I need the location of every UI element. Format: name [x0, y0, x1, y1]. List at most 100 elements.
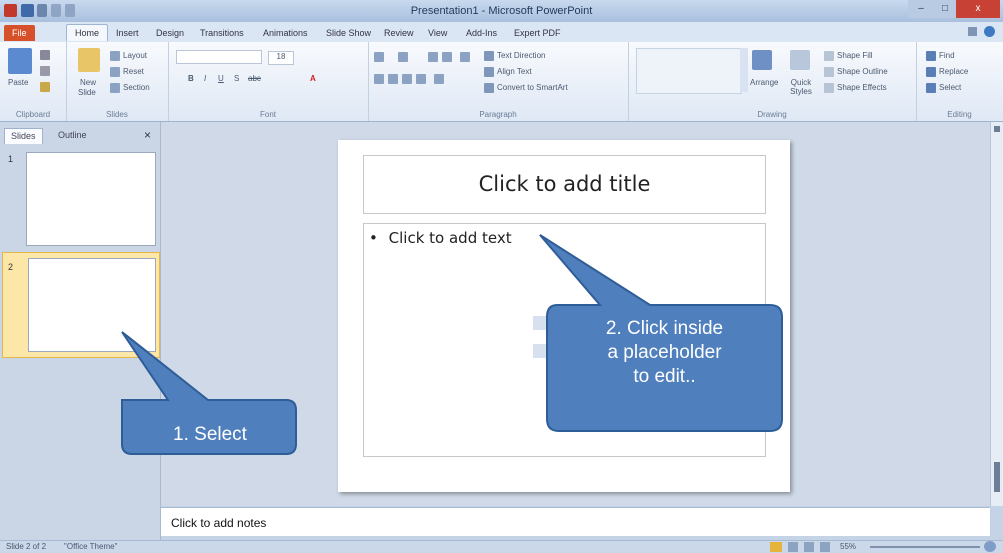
bold-button[interactable]: B [188, 74, 194, 83]
shadow-button[interactable]: S [234, 74, 239, 83]
slide-number-1: 1 [8, 154, 14, 164]
font-name-box[interactable] [176, 50, 262, 64]
drawing-group: Arrange Quick Styles Shape Fill Shape Ou… [628, 42, 917, 121]
justify-icon[interactable] [416, 74, 426, 84]
shape-outline-button[interactable]: Shape Outline [837, 67, 888, 76]
tab-view[interactable]: View [420, 25, 455, 41]
tab-design[interactable]: Design [148, 25, 192, 41]
maximize-button[interactable]: □ [934, 0, 956, 18]
text-direction-button[interactable]: Text Direction [497, 51, 545, 60]
slide-thumbnail-1[interactable] [26, 152, 156, 246]
callout-1-text: 1. Select [173, 424, 247, 445]
paste-icon[interactable] [8, 48, 32, 74]
close-button[interactable]: x [956, 0, 1000, 18]
align-right-icon[interactable] [402, 74, 412, 84]
tab-expert-pdf[interactable]: Expert PDF [506, 25, 569, 41]
shape-outline-icon[interactable] [824, 67, 834, 77]
align-text-button[interactable]: Align Text [497, 67, 532, 76]
paragraph-group-label: Paragraph [479, 110, 517, 119]
section-icon[interactable] [110, 83, 120, 93]
tab-review[interactable]: Review [376, 25, 422, 41]
tab-add-ins[interactable]: Add-Ins [458, 25, 505, 41]
minimize-ribbon-icon[interactable] [968, 27, 977, 36]
content-placeholder-label: Click to add text [388, 229, 512, 247]
numbering-icon[interactable] [398, 52, 408, 62]
tab-home[interactable]: Home [66, 24, 109, 41]
shape-fill-button[interactable]: Shape Fill [837, 51, 873, 60]
font-group-label: Font [259, 110, 276, 119]
select-button[interactable]: Select [939, 83, 961, 92]
cut-icon[interactable] [40, 50, 50, 60]
new-slide-label[interactable]: New [80, 78, 96, 87]
close-pane-icon[interactable]: × [144, 128, 151, 142]
fit-to-window-icon[interactable] [984, 541, 996, 552]
tab-transitions[interactable]: Transitions [192, 25, 252, 41]
shape-effects-button[interactable]: Shape Effects [837, 83, 887, 92]
callout-2-line-1: 2. Click inside [605, 318, 724, 339]
columns-icon[interactable] [434, 74, 444, 84]
align-left-icon[interactable] [374, 74, 384, 84]
tab-slides[interactable]: Slides [4, 128, 43, 144]
help-icon[interactable] [984, 26, 995, 37]
section-button[interactable]: Section [123, 83, 150, 92]
new-slide-icon[interactable] [78, 48, 100, 72]
align-text-icon[interactable] [484, 67, 494, 77]
replace-button[interactable]: Replace [939, 67, 968, 76]
scroll-up-icon[interactable] [994, 126, 1000, 132]
copy-icon[interactable] [40, 66, 50, 76]
quick-styles-icon[interactable] [790, 50, 810, 70]
reset-button[interactable]: Reset [123, 67, 144, 76]
zoom-slider[interactable] [870, 546, 980, 548]
increase-indent-icon[interactable] [442, 52, 452, 62]
line-spacing-icon[interactable] [460, 52, 470, 62]
replace-icon[interactable] [926, 67, 936, 77]
font-color-button[interactable]: A [310, 74, 316, 83]
bullets-icon[interactable] [374, 52, 384, 62]
tab-animations[interactable]: Animations [255, 25, 316, 41]
quick-styles-button[interactable]: Quick Styles [786, 78, 816, 96]
window-title: Presentation1 - Microsoft PowerPoint [410, 5, 593, 17]
find-icon[interactable] [926, 51, 936, 61]
align-center-icon[interactable] [388, 74, 398, 84]
select-icon[interactable] [926, 83, 936, 93]
font-size-box[interactable]: 18 [268, 51, 294, 65]
reset-icon[interactable] [110, 67, 120, 77]
shapes-gallery[interactable] [636, 48, 742, 94]
zoom-level[interactable]: 55% [840, 542, 856, 551]
tab-slide-show[interactable]: Slide Show [318, 25, 379, 41]
layout-icon[interactable] [110, 51, 120, 61]
font-group: 18 B I U S abc A Font [168, 42, 369, 121]
minimize-button[interactable]: – [908, 0, 934, 18]
paste-button-label[interactable]: Paste [8, 78, 28, 87]
shape-effects-icon[interactable] [824, 83, 834, 93]
shape-fill-icon[interactable] [824, 51, 834, 61]
callout-2-line-2: a placeholder [607, 342, 722, 363]
underline-button[interactable]: U [218, 74, 224, 83]
tab-insert[interactable]: Insert [108, 25, 147, 41]
title-placeholder[interactable]: Click to add title [363, 155, 766, 214]
format-painter-icon[interactable] [40, 82, 50, 92]
tab-file[interactable]: File [4, 25, 35, 41]
decrease-indent-icon[interactable] [428, 52, 438, 62]
find-button[interactable]: Find [939, 51, 955, 60]
vertical-scrollbar[interactable] [990, 122, 1003, 506]
shapes-gallery-scroll[interactable] [740, 48, 748, 92]
layout-button[interactable]: Layout [123, 51, 147, 60]
text-direction-icon[interactable] [484, 51, 494, 61]
italic-button[interactable]: I [204, 74, 206, 83]
title-placeholder-text: Click to add title [478, 172, 651, 196]
slide-sorter-icon[interactable] [788, 542, 798, 552]
arrange-button[interactable]: Arrange [750, 78, 778, 87]
prev-next-slide-icon[interactable] [994, 462, 1000, 492]
smartart-icon[interactable] [484, 83, 494, 93]
convert-smartart-button[interactable]: Convert to SmartArt [497, 83, 568, 92]
arrange-icon[interactable] [752, 50, 772, 70]
notes-pane[interactable]: Click to add notes [161, 507, 990, 536]
slideshow-view-icon[interactable] [820, 542, 830, 552]
tab-outline[interactable]: Outline [52, 128, 93, 143]
new-slide-label-2[interactable]: Slide [78, 88, 96, 97]
reading-view-icon[interactable] [804, 542, 814, 552]
normal-view-icon[interactable] [770, 542, 782, 552]
strikethrough-button[interactable]: abc [248, 74, 261, 83]
paragraph-group: Text Direction Align Text Convert to Sma… [368, 42, 629, 121]
